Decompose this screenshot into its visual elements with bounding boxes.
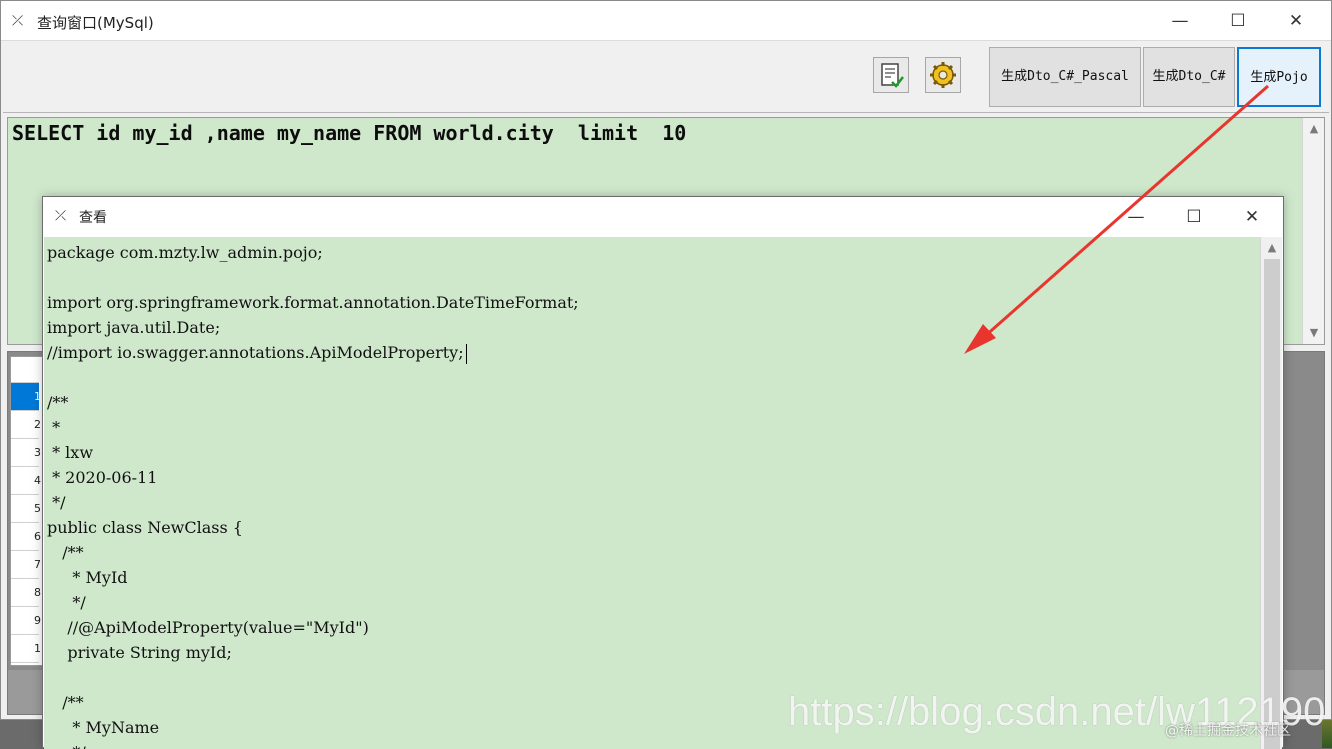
sql-scrollbar[interactable]: ▲ ▼ — [1302, 118, 1324, 344]
window-title: 查询窗口(MySql) — [37, 14, 154, 32]
sql-query-text[interactable]: SELECT id my_id ,name my_name FROM world… — [12, 121, 686, 145]
app-icon: ⤫ — [55, 208, 67, 224]
view-window-title: 查看 — [79, 210, 107, 226]
generate-pojo-button[interactable]: 生成Pojo — [1237, 47, 1321, 107]
code-line[interactable]: * 2020-06-11 — [47, 465, 579, 490]
maximize-button[interactable]: ☐ — [1209, 1, 1267, 41]
view-window: ⤫ 查看 — ☐ ✕ package com.mzty.lw_admin.poj… — [42, 196, 1284, 749]
code-line[interactable]: public class NewClass { — [47, 515, 579, 540]
code-viewer[interactable]: package com.mzty.lw_admin.pojo;import or… — [44, 237, 1282, 749]
code-line[interactable]: /** — [47, 390, 579, 415]
row-number[interactable]: 1 — [11, 635, 41, 663]
document-check-icon[interactable] — [873, 57, 909, 93]
code-line[interactable]: * lxw — [47, 440, 579, 465]
generate-dto-csharp-button[interactable]: 生成Dto_C# — [1143, 47, 1235, 107]
watermark-community: @稀土掘金技术社区 — [1165, 723, 1291, 739]
scroll-up-icon[interactable]: ▲ — [1303, 118, 1325, 140]
row-number[interactable]: 8 — [11, 579, 41, 607]
code-text[interactable]: package com.mzty.lw_admin.pojo;import or… — [47, 240, 579, 749]
view-maximize-button[interactable]: ☐ — [1165, 197, 1223, 237]
code-line[interactable] — [47, 265, 579, 290]
code-line[interactable]: import org.springframework.format.annota… — [47, 290, 579, 315]
code-line[interactable]: /** — [47, 690, 579, 715]
grid-corner — [11, 357, 39, 383]
generate-dto-csharp-pascal-button[interactable]: 生成Dto_C#_Pascal — [989, 47, 1141, 107]
row-number[interactable]: 4 — [11, 467, 41, 495]
row-header-column: 1 2 3 4 5 6 7 8 9 1 — [10, 356, 44, 666]
gear-icon[interactable] — [925, 57, 961, 93]
row-number[interactable]: 6 — [11, 523, 41, 551]
code-line[interactable]: //import io.swagger.annotations.ApiModel… — [47, 340, 579, 365]
view-close-button[interactable]: ✕ — [1223, 197, 1281, 237]
row-number[interactable]: 1 — [11, 383, 41, 411]
code-line[interactable]: */ — [47, 490, 579, 515]
scrollbar-thumb[interactable] — [1264, 259, 1280, 749]
scroll-up-icon[interactable]: ▲ — [1261, 237, 1282, 259]
code-line[interactable]: */ — [47, 590, 579, 615]
title-bar[interactable]: ⤫ 查询窗口(MySql) — ☐ ✕ — [1, 1, 1331, 41]
row-number[interactable]: 2 — [11, 411, 41, 439]
code-scrollbar[interactable]: ▲ — [1260, 237, 1282, 749]
code-line[interactable] — [47, 665, 579, 690]
code-line[interactable]: * MyName — [47, 715, 579, 740]
row-number[interactable]: 3 — [11, 439, 41, 467]
close-button[interactable]: ✕ — [1267, 1, 1325, 41]
code-line[interactable] — [47, 365, 579, 390]
view-title-bar[interactable]: ⤫ 查看 — ☐ ✕ — [43, 197, 1283, 237]
row-number[interactable]: 5 — [11, 495, 41, 523]
text-caret — [465, 343, 467, 364]
code-line[interactable]: private String myId; — [47, 640, 579, 665]
view-minimize-button[interactable]: — — [1107, 197, 1165, 237]
app-icon: ⤫ — [12, 13, 24, 29]
code-line[interactable]: import java.util.Date; — [47, 315, 579, 340]
minimize-button[interactable]: — — [1151, 1, 1209, 41]
code-line[interactable]: package com.mzty.lw_admin.pojo; — [47, 240, 579, 265]
code-line[interactable]: * — [47, 415, 579, 440]
code-line[interactable]: //@ApiModelProperty(value="MyId") — [47, 615, 579, 640]
code-line[interactable]: /** — [47, 540, 579, 565]
row-number[interactable]: 9 — [11, 607, 41, 635]
toolbar: 生成Dto_C#_Pascal 生成Dto_C# 生成Pojo — [3, 43, 1329, 113]
scroll-down-icon[interactable]: ▼ — [1303, 322, 1325, 344]
code-line[interactable]: * MyId — [47, 565, 579, 590]
row-number[interactable]: 7 — [11, 551, 41, 579]
